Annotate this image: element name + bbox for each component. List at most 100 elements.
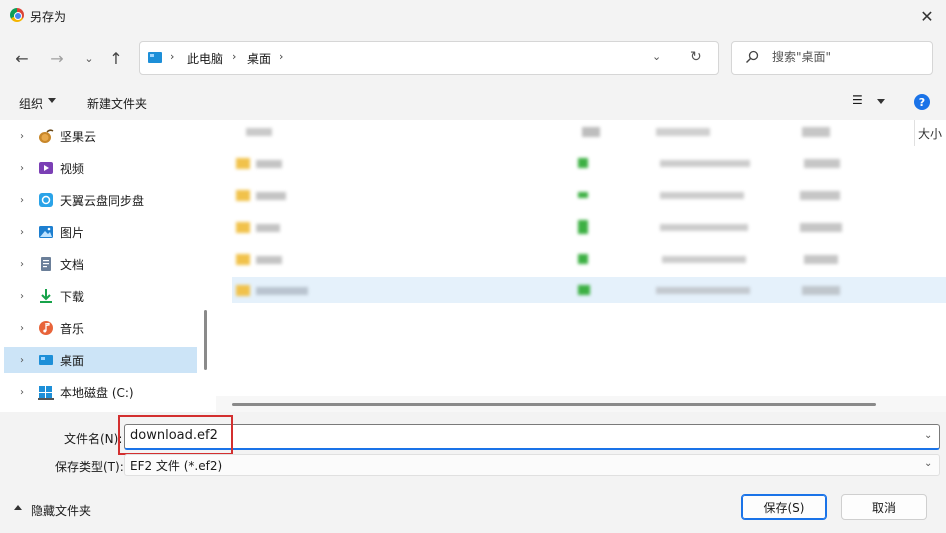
sidebar-item-music[interactable]: › 音乐 [4,315,197,341]
sidebar-item-label: 桌面 [60,353,85,368]
sidebar-item-pictures[interactable]: › 图片 [4,219,197,245]
file-row[interactable] [578,158,588,168]
file-row[interactable] [256,224,280,232]
file-row[interactable] [802,127,830,137]
filetype-select[interactable] [124,454,940,476]
sidebar-item-label: 文档 [60,257,85,272]
help-icon[interactable]: ? [914,94,930,110]
close-button[interactable]: ✕ [912,4,942,28]
file-row[interactable] [800,223,842,232]
organize-button[interactable]: 组织 [19,95,43,112]
picture-icon [38,224,54,240]
search-input[interactable] [772,50,922,64]
file-row[interactable] [578,220,588,234]
breadcrumb-desktop[interactable]: 桌面 [247,50,271,67]
sidebar-item-videos[interactable]: › 视频 [4,155,197,181]
up-button[interactable]: ↑ [103,45,129,71]
desktop-icon [38,352,54,368]
title-bar [0,0,946,32]
search-icon [746,50,759,63]
expand-chevron-icon[interactable]: › [12,131,32,142]
window-title: 另存为 [30,10,67,24]
hide-folders-button[interactable]: 隐藏文件夹 [31,502,91,519]
desktop-icon [148,52,162,63]
folder-icon [236,190,250,201]
filename-dropdown-icon[interactable]: ⌄ [924,430,932,441]
filename-input[interactable] [124,424,940,450]
column-header-size[interactable]: 大小 [918,125,942,142]
cancel-button[interactable]: 取消 [841,494,927,520]
refresh-button[interactable]: ↻ [690,49,702,65]
nut-icon [38,128,54,144]
back-button[interactable]: ← [9,45,35,71]
organize-caret-icon[interactable] [48,98,56,103]
file-row[interactable] [578,285,590,295]
sidebar-item-label: 下载 [60,289,85,304]
sidebar-item-label: 图片 [60,225,85,240]
save-button[interactable]: 保存(S) [741,494,827,520]
file-row[interactable] [660,192,744,199]
folder-icon [236,158,250,169]
expand-chevron-icon[interactable]: › [12,291,32,302]
video-icon [38,160,54,176]
file-row[interactable] [662,256,746,263]
forward-button[interactable]: → [44,45,70,71]
expand-chevron-icon[interactable]: › [12,259,32,270]
file-row[interactable] [804,159,840,168]
expand-chevron-icon[interactable]: › [12,387,32,398]
expand-chevron-icon[interactable]: › [12,227,32,238]
filetype-dropdown-icon[interactable]: ⌄ [924,458,932,469]
file-row[interactable] [246,128,272,136]
sidebar-item-documents[interactable]: › 文档 [4,251,197,277]
navigation-pane: › 坚果云 › 视频 › 天翼云盘同步盘 › 图片 › 文档 › 下载 › 音乐… [0,120,216,412]
file-row[interactable] [256,287,308,295]
file-row[interactable] [256,256,282,264]
file-row[interactable] [578,254,588,264]
expand-chevron-icon[interactable]: › [12,355,32,366]
sidebar-item-label: 本地磁盘 (C:) [60,385,134,400]
music-icon [38,320,54,336]
sidebar-item-tianyi-cloud[interactable]: › 天翼云盘同步盘 [4,187,197,213]
sidebar-item-label: 坚果云 [60,129,97,144]
sidebar-scrollbar[interactable] [204,310,207,370]
file-row[interactable] [802,286,840,295]
file-row[interactable] [660,160,750,167]
download-icon [38,288,54,304]
breadcrumb-separator-icon[interactable]: › [279,50,283,63]
breadcrumb-this-pc[interactable]: 此电脑 [187,50,223,67]
file-row[interactable] [256,160,282,168]
file-row[interactable] [656,287,750,294]
new-folder-button[interactable]: 新建文件夹 [87,95,147,112]
annotation-highlight-box [118,415,233,455]
view-caret-icon[interactable] [877,99,885,104]
address-bar[interactable] [139,41,719,75]
folder-icon [236,222,250,233]
file-row[interactable] [800,191,840,200]
sidebar-item-local-disk-c[interactable]: › 本地磁盘 (C:) [4,379,197,405]
address-dropdown-icon[interactable]: ⌄ [652,50,661,63]
expand-chevron-icon[interactable]: › [12,195,32,206]
sidebar-item-desktop[interactable]: › 桌面 [4,347,197,373]
filetype-value[interactable]: EF2 文件 (*.ef2) [130,457,222,474]
file-row[interactable] [660,224,748,231]
folder-icon [236,285,250,296]
breadcrumb-separator-icon[interactable]: › [170,50,174,63]
sidebar-item-downloads[interactable]: › 下载 [4,283,197,309]
sidebar-item-label: 音乐 [60,321,85,336]
expand-chevron-icon[interactable]: › [12,163,32,174]
column-divider[interactable] [914,120,915,146]
file-row[interactable] [578,192,588,198]
file-row[interactable] [656,128,710,136]
view-options-icon[interactable]: ☰ [852,93,863,107]
document-icon [38,256,54,272]
file-row[interactable] [582,127,600,137]
horizontal-scrollbar[interactable] [232,403,876,406]
file-row[interactable] [256,192,286,200]
sidebar-item-jianguoyun[interactable]: › 坚果云 [4,123,197,149]
file-row[interactable] [804,255,838,264]
recent-locations-button[interactable]: ⌄ [76,45,102,71]
hide-folders-caret-icon[interactable] [14,505,22,510]
expand-chevron-icon[interactable]: › [12,323,32,334]
breadcrumb-separator-icon[interactable]: › [232,50,236,63]
filename-label: 文件名(N): [64,432,123,446]
